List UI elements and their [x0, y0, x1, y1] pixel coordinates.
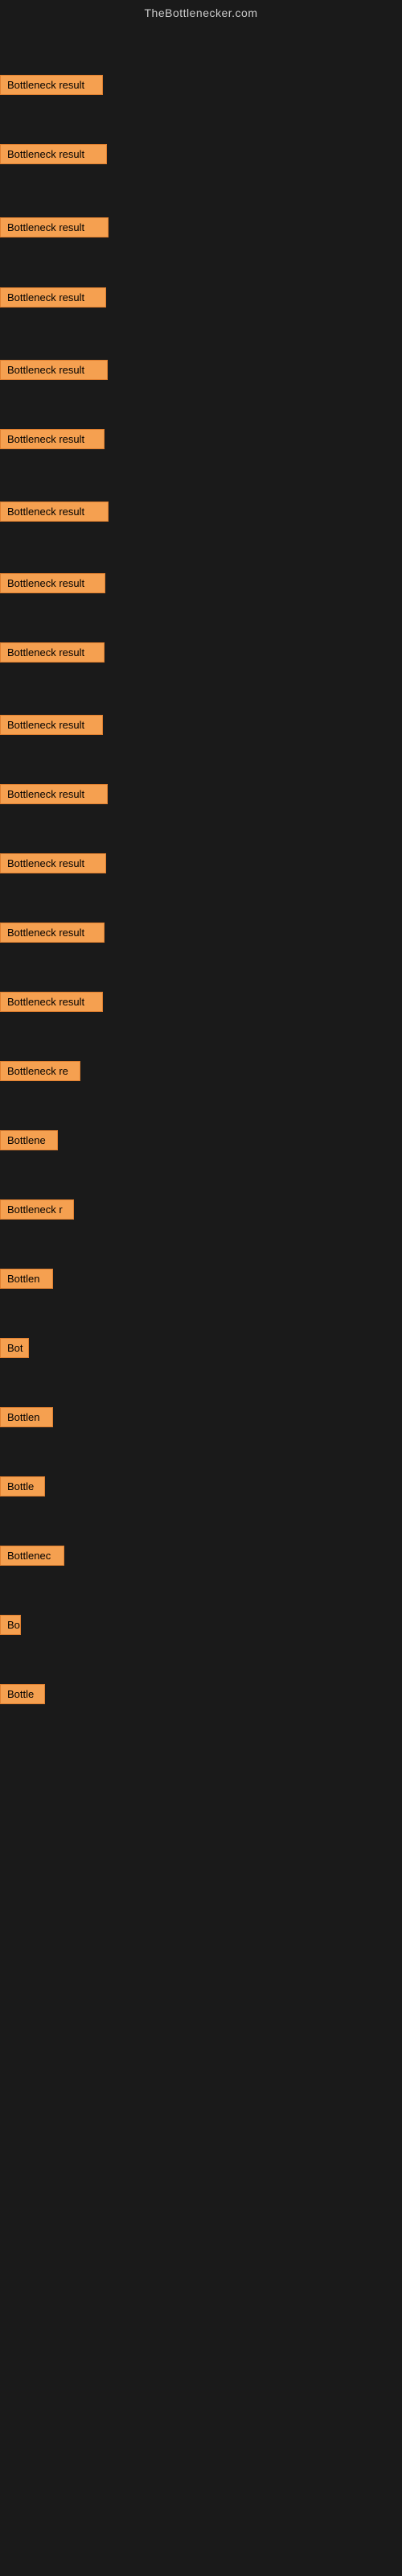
bottleneck-result-item: Bottleneck result [0, 992, 103, 1012]
bottleneck-result-item: Bottleneck result [0, 287, 106, 308]
bottleneck-result-item: Bottleneck result [0, 642, 105, 663]
bottleneck-result-item: Bottleneck result [0, 573, 105, 593]
bottleneck-result-item: Bottleneck result [0, 360, 108, 380]
bottleneck-result-item: Bottleneck result [0, 853, 106, 873]
bottleneck-result-item: Bo [0, 1615, 21, 1635]
bottleneck-result-item: Bottleneck result [0, 429, 105, 449]
bottleneck-result-item: Bottleneck result [0, 784, 108, 804]
bottleneck-result-item: Bottlen [0, 1407, 53, 1427]
bottleneck-result-item: Bottle [0, 1684, 45, 1704]
site-title: TheBottlenecker.com [0, 0, 402, 29]
bottleneck-result-item: Bottleneck result [0, 923, 105, 943]
bottleneck-result-item: Bottlenec [0, 1546, 64, 1566]
bottleneck-result-item: Bottle [0, 1476, 45, 1496]
bottleneck-result-item: Bottlen [0, 1269, 53, 1289]
bottleneck-result-item: Bottleneck result [0, 144, 107, 164]
bottleneck-result-item: Bottlene [0, 1130, 58, 1150]
bottleneck-result-item: Bottleneck result [0, 502, 109, 522]
bottleneck-result-item: Bottleneck result [0, 75, 103, 95]
bottleneck-result-item: Bottleneck result [0, 217, 109, 237]
bottleneck-result-item: Bottleneck re [0, 1061, 80, 1081]
bottleneck-result-item: Bot [0, 1338, 29, 1358]
bottleneck-result-item: Bottleneck r [0, 1199, 74, 1220]
bottleneck-result-item: Bottleneck result [0, 715, 103, 735]
